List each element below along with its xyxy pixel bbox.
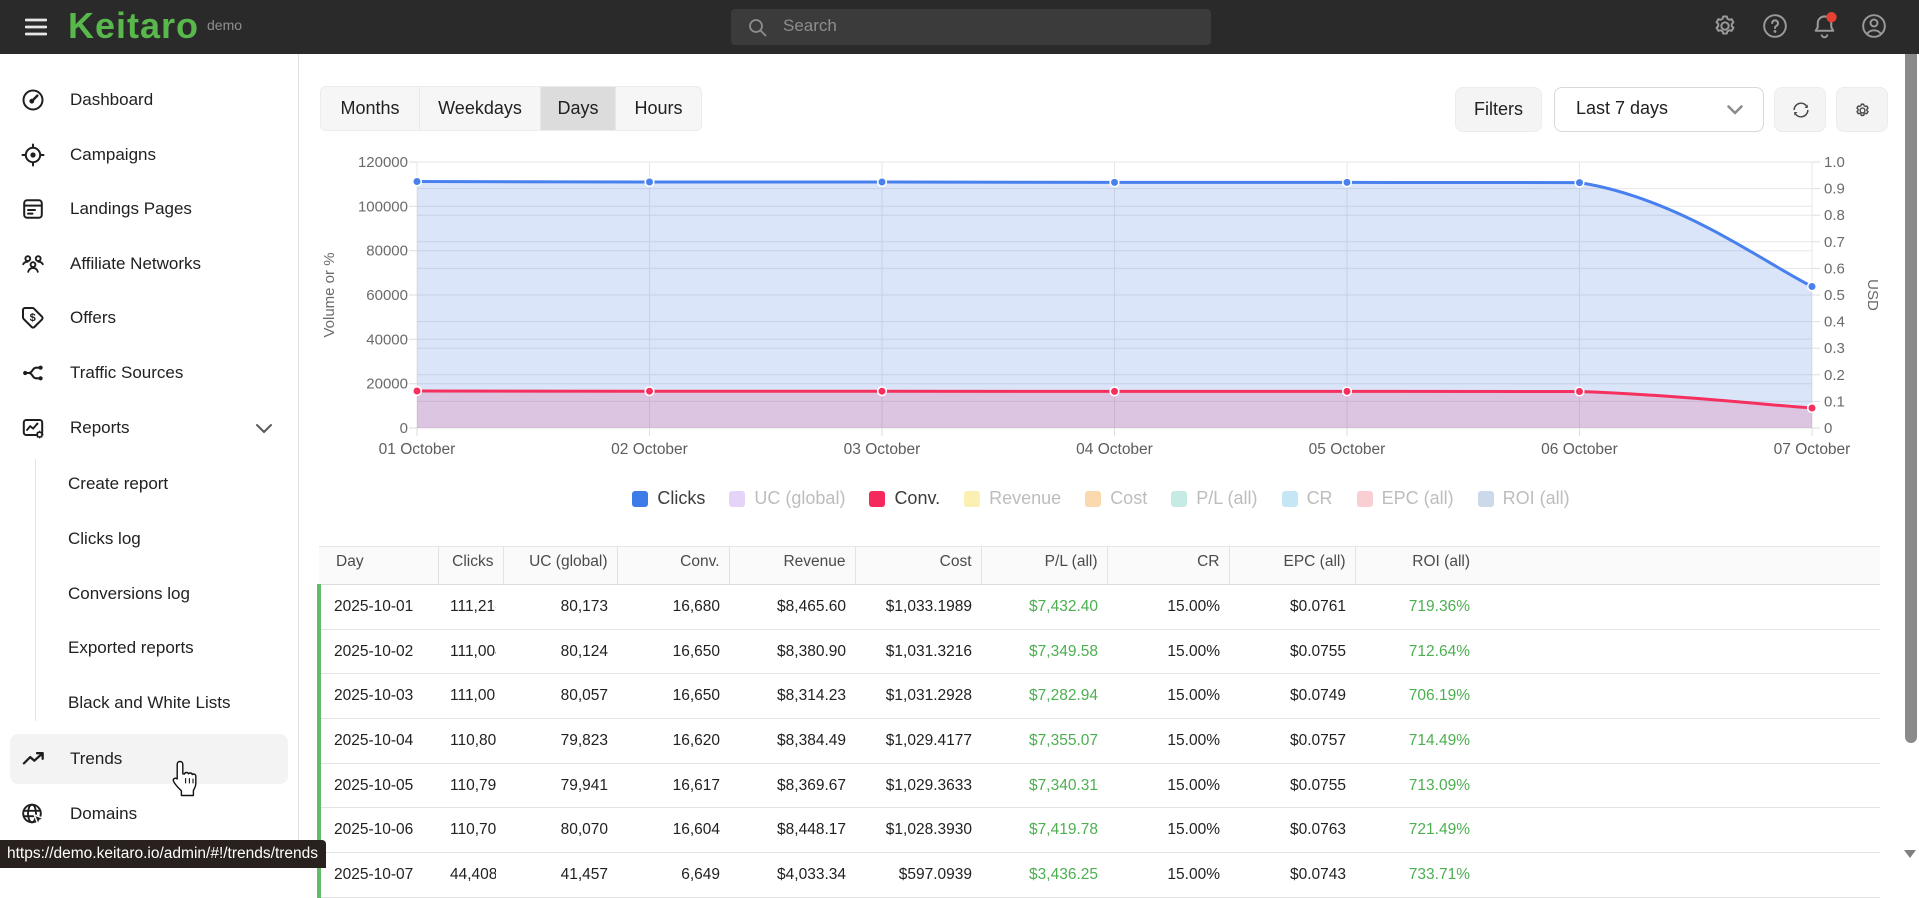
svg-text:07 October: 07 October [1774,441,1851,458]
svg-text:06 October: 06 October [1541,441,1618,458]
svg-text:02 October: 02 October [611,441,688,458]
svg-text:0.5: 0.5 [1824,287,1845,304]
svg-text:0.1: 0.1 [1824,393,1845,410]
svg-text:20000: 20000 [366,376,408,393]
svg-text:$: $ [30,312,36,324]
svg-text:0.4: 0.4 [1824,314,1845,331]
svg-text:40000: 40000 [366,331,408,348]
svg-text:0.7: 0.7 [1824,234,1845,251]
svg-text:Volume or %: Volume or % [321,252,338,337]
svg-text:0.3: 0.3 [1824,340,1845,357]
svg-text:05 October: 05 October [1309,441,1386,458]
svg-text:04 October: 04 October [1076,441,1153,458]
svg-text:60000: 60000 [366,287,408,304]
svg-text:0: 0 [1824,420,1832,437]
svg-text:100000: 100000 [358,198,408,215]
svg-text:0.6: 0.6 [1824,260,1845,277]
svg-text:03 October: 03 October [844,441,921,458]
svg-text:USD: USD [1864,279,1881,311]
svg-text:0.2: 0.2 [1824,367,1845,384]
svg-text:0.9: 0.9 [1824,181,1845,198]
svg-text:80000: 80000 [366,243,408,260]
svg-text:1.0: 1.0 [1824,154,1845,171]
svg-text:0: 0 [400,420,408,437]
svg-text:0.8: 0.8 [1824,207,1845,224]
svg-text:120000: 120000 [358,154,408,171]
svg-text:01 October: 01 October [379,441,456,458]
